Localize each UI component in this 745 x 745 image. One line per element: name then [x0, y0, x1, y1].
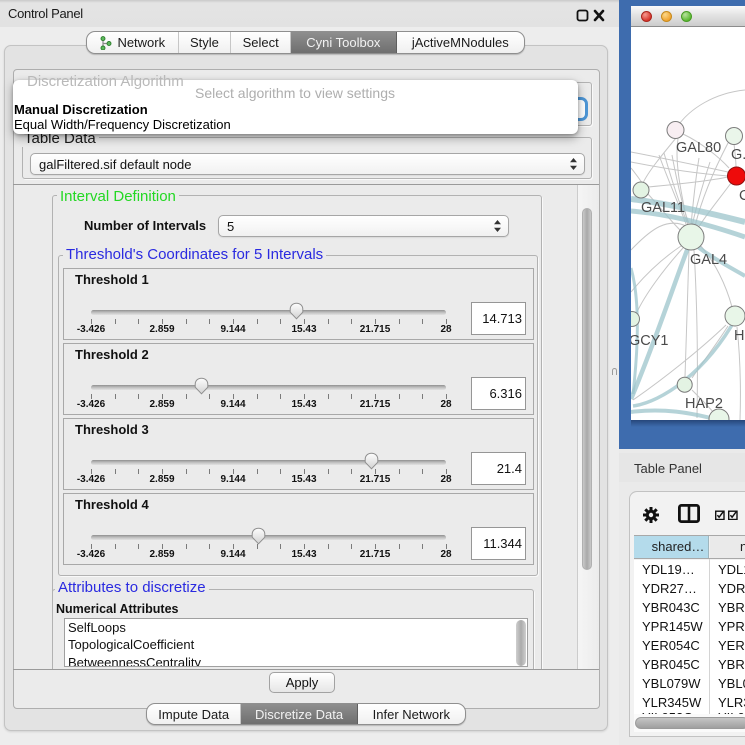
- svg-text:GAL80: GAL80: [676, 140, 721, 156]
- svg-text:HAP2: HAP2: [685, 396, 723, 412]
- svg-text:GCY1: GCY1: [631, 333, 669, 349]
- svg-text:GAL11: GAL11: [641, 200, 685, 216]
- svg-text:GAL4: GAL4: [690, 252, 727, 268]
- svg-text:G.: G.: [731, 147, 745, 163]
- svg-text:H: H: [734, 328, 744, 344]
- svg-text:C: C: [739, 188, 745, 204]
